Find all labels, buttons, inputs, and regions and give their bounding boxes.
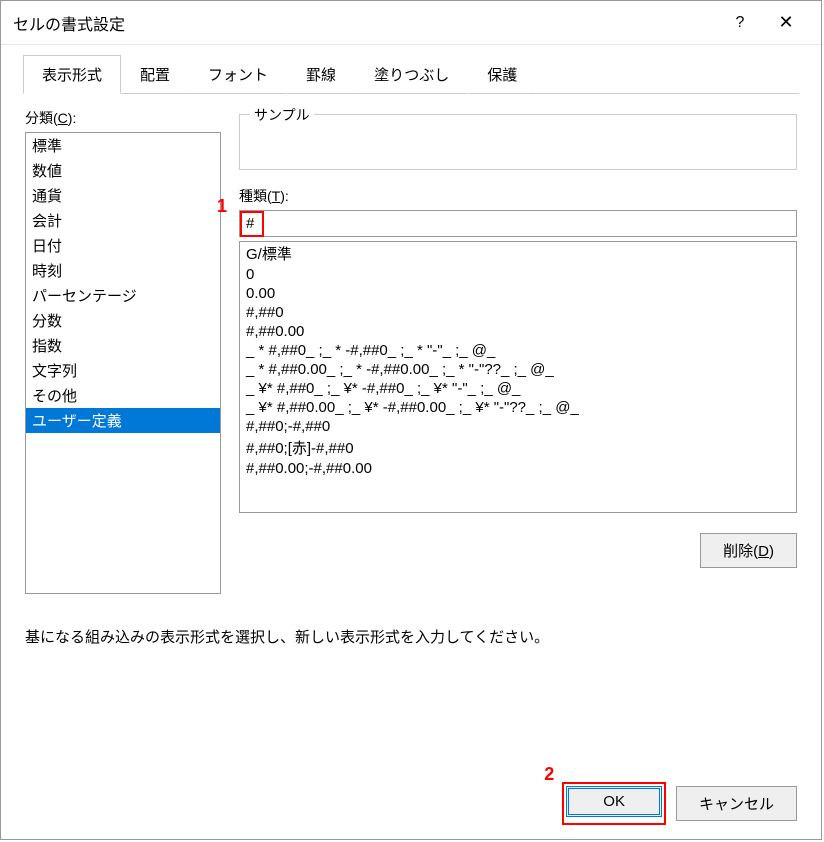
type-input[interactable] <box>239 210 797 237</box>
sample-box: サンプル <box>239 114 797 170</box>
category-item[interactable]: 時刻 <box>26 258 220 283</box>
category-item[interactable]: 指数 <box>26 333 220 358</box>
footer: OK 2 キャンセル <box>1 772 821 839</box>
tab-1[interactable]: 配置 <box>121 55 189 94</box>
format-cells-dialog: セルの書式設定 ? ✕ 表示形式配置フォント罫線塗りつぶし保護 分類(C): 標… <box>0 0 822 840</box>
format-code-item[interactable]: 0.00 <box>240 284 796 303</box>
format-code-item[interactable]: #,##0 <box>240 303 796 322</box>
tabs-filler <box>536 55 799 94</box>
format-code-item[interactable]: _ ¥* #,##0.00_ ;_ ¥* -#,##0.00_ ;_ ¥* "-… <box>240 398 796 417</box>
ok-button[interactable]: OK <box>566 786 662 817</box>
tab-4[interactable]: 塗りつぶし <box>355 55 468 94</box>
tab-3[interactable]: 罫線 <box>287 55 355 94</box>
format-code-item[interactable]: 0 <box>240 265 796 284</box>
format-code-item[interactable]: #,##0.00;-#,##0.00 <box>240 459 796 478</box>
category-item[interactable]: 会計 <box>26 208 220 233</box>
tab-strip: 表示形式配置フォント罫線塗りつぶし保護 <box>1 45 821 94</box>
category-item[interactable]: その他 <box>26 383 220 408</box>
sample-label: サンプル <box>250 105 314 125</box>
content-area: 分類(C): 標準数値通貨会計日付時刻パーセンテージ分数指数文字列その他ユーザー… <box>1 94 821 772</box>
cancel-button[interactable]: キャンセル <box>676 786 797 821</box>
format-code-item[interactable]: _ ¥* #,##0_ ;_ ¥* -#,##0_ ;_ ¥* "-"_ ;_ … <box>240 379 796 398</box>
category-item[interactable]: 日付 <box>26 233 220 258</box>
format-code-item[interactable]: #,##0.00 <box>240 322 796 341</box>
category-item[interactable]: パーセンテージ <box>26 283 220 308</box>
titlebar: セルの書式設定 ? ✕ <box>1 1 821 45</box>
category-item[interactable]: 分数 <box>26 308 220 333</box>
delete-button[interactable]: 削除(D) <box>700 533 797 568</box>
type-label: 種類(T): <box>239 186 797 206</box>
category-item[interactable]: 標準 <box>26 133 220 158</box>
format-code-item[interactable]: _ * #,##0.00_ ;_ * -#,##0.00_ ;_ * "-"??… <box>240 360 796 379</box>
format-code-item[interactable]: #,##0;[赤]-#,##0 <box>240 436 796 459</box>
close-button[interactable]: ✕ <box>763 8 809 38</box>
help-button[interactable]: ? <box>717 8 763 38</box>
category-label: 分類(C): <box>25 108 221 128</box>
category-item[interactable]: 通貨 <box>26 183 220 208</box>
category-item[interactable]: 文字列 <box>26 358 220 383</box>
tab-5[interactable]: 保護 <box>468 55 536 94</box>
dialog-title: セルの書式設定 <box>13 11 717 35</box>
format-code-list[interactable]: G/標準00.00#,##0#,##0.00_ * #,##0_ ;_ * -#… <box>239 241 797 513</box>
format-code-item[interactable]: G/標準 <box>240 242 796 265</box>
category-item[interactable]: 数値 <box>26 158 220 183</box>
format-code-item[interactable]: _ * #,##0_ ;_ * -#,##0_ ;_ * "-"_ ;_ @_ <box>240 341 796 360</box>
category-list[interactable]: 標準数値通貨会計日付時刻パーセンテージ分数指数文字列その他ユーザー定義 <box>25 132 221 594</box>
hint-text: 基になる組み込みの表示形式を選択し、新しい表示形式を入力してください。 <box>25 626 797 647</box>
category-item[interactable]: ユーザー定義 <box>26 408 220 433</box>
format-code-item[interactable]: #,##0;-#,##0 <box>240 417 796 436</box>
tab-2[interactable]: フォント <box>189 55 287 94</box>
tab-0[interactable]: 表示形式 <box>23 55 121 94</box>
